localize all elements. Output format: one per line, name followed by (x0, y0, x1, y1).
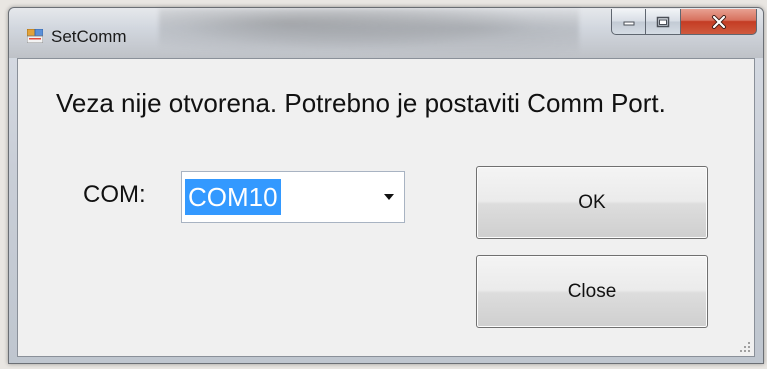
title-bar-background (159, 8, 579, 58)
chevron-down-icon[interactable] (384, 194, 394, 200)
ok-button[interactable]: OK (476, 166, 708, 239)
window-title: SetComm (51, 27, 127, 46)
close-window-button[interactable] (681, 9, 757, 35)
minimize-button[interactable] (611, 9, 646, 35)
com-label: COM: (83, 181, 146, 208)
com-port-select[interactable]: COM10 (181, 171, 405, 223)
com-port-selected-value: COM10 (185, 179, 281, 215)
maximize-icon (656, 16, 670, 27)
resize-grip-icon[interactable] (739, 341, 751, 353)
form-window-icon (27, 29, 43, 43)
minimize-icon (623, 21, 634, 25)
dialog-client-area: Veza nije otvorena. Potrebno je postavit… (17, 58, 755, 357)
title-bar[interactable]: SetComm (9, 8, 763, 58)
close-icon (711, 14, 726, 29)
maximize-button[interactable] (646, 9, 681, 35)
status-message: Veza nije otvorena. Potrebno je postavit… (56, 88, 666, 118)
setcomm-window: SetComm Veza nije otvorena. Potrebno je … (8, 7, 764, 364)
close-button[interactable]: Close (476, 255, 708, 328)
caption-buttons (611, 9, 757, 35)
